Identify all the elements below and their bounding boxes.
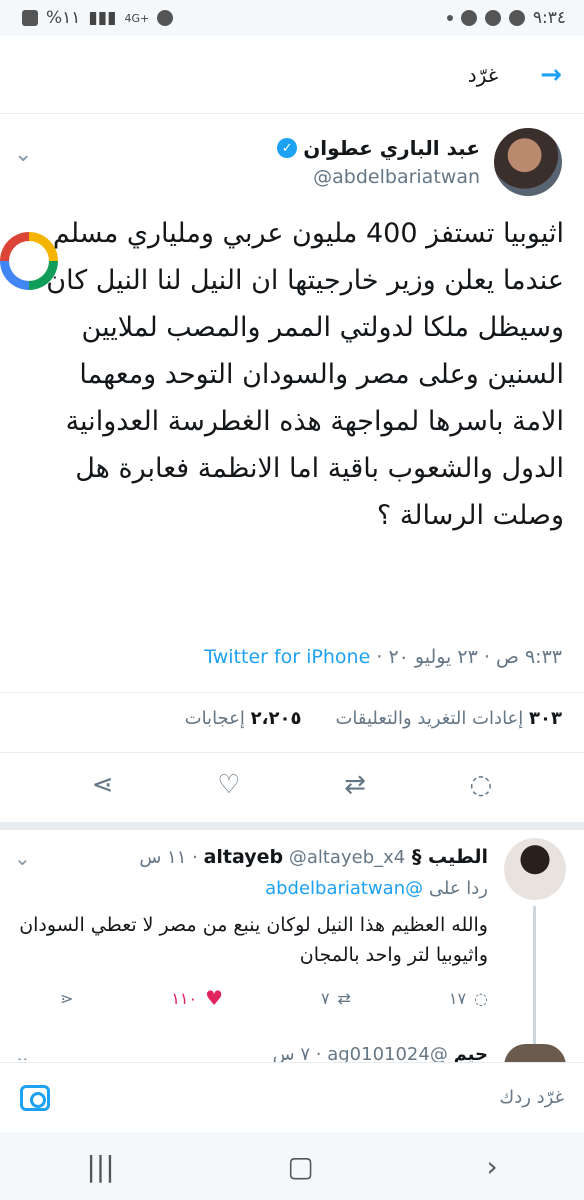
retweets-count: ٣٠٣	[529, 708, 562, 729]
compose-bar: غرّد ردك	[0, 1062, 584, 1132]
recent-apps-icon[interactable]: |||	[86, 1150, 114, 1183]
thread-line	[533, 906, 536, 1056]
arrow-right-icon[interactable]: →	[540, 60, 562, 90]
tweet-author[interactable]: ✓ عبد الباري عطوان @abdelbariatwan	[277, 128, 562, 196]
tweet-meta: ٩:٣٣ ص · ٢٣ يوليو ٢٠ · Twitter for iPhon…	[204, 646, 562, 668]
replying-to: ردا على @abdelbariatwan	[265, 878, 488, 899]
avatar[interactable]	[504, 838, 566, 900]
chevron-down-icon[interactable]: ⌄	[14, 846, 31, 870]
status-right: ٩:٣٤	[446, 8, 566, 28]
author-text: ✓ عبد الباري عطوان @abdelbariatwan	[277, 136, 480, 188]
reply-comment-button[interactable]: ◌ ١٧	[449, 986, 488, 1010]
network-type: 4G+	[124, 11, 150, 25]
retweet-icon: ⇄	[337, 988, 351, 1008]
chevron-down-icon[interactable]: ⌄	[14, 1044, 31, 1060]
notification-dot-icon	[446, 15, 453, 21]
meta-separator: ·	[315, 1044, 322, 1062]
clock: ٩:٣٤	[532, 8, 566, 28]
tweet-client[interactable]: Twitter for iPhone	[204, 646, 370, 668]
next-reply-name: حيم	[453, 1044, 488, 1062]
reply-likes-count: ١١٠	[171, 988, 198, 1008]
chevron-down-icon[interactable]: ⌄	[14, 142, 32, 167]
reply-actions: ◌ ١٧ ⇄ ٧ ♥ ١١٠ ⋖	[60, 986, 488, 1010]
reply-handle: @altayeb_x4	[288, 847, 406, 868]
status-bar: %١١ ▮▮▮ 4G+ ٩:٣٤	[0, 0, 584, 36]
avatar[interactable]	[494, 128, 562, 196]
meta-separator: ·	[192, 847, 198, 868]
divider	[0, 692, 584, 693]
reply-retweet-button[interactable]: ⇄ ٧	[321, 986, 351, 1010]
reply-like-button[interactable]: ♥ ١١٠	[171, 986, 223, 1010]
battery-percent: %١١	[46, 8, 81, 28]
reply-header: الطيب § altayeb @altayeb_x4 · ١١ س	[139, 846, 488, 868]
system-nav-bar: ||| ▢ ›	[0, 1132, 584, 1200]
reply-time: ١١ س	[139, 847, 187, 868]
next-reply-time: ٧ س	[272, 1044, 310, 1062]
author-name: عبد الباري عطوان	[303, 136, 480, 160]
heart-icon[interactable]: ♡	[217, 770, 240, 800]
home-icon[interactable]: ▢	[287, 1150, 313, 1183]
reply-comments-count: ١٧	[448, 988, 467, 1008]
tweet-date: ٢٣ يوليو ٢٠	[388, 646, 478, 668]
retweets-stat[interactable]: ٣٠٣ إعادات التغريد والتعليقات	[335, 708, 562, 729]
back-icon[interactable]: ›	[486, 1150, 497, 1183]
likes-label: إعجابات	[184, 708, 245, 729]
replying-to-mention[interactable]: @abdelbariatwan	[265, 878, 423, 899]
replying-to-label: ردا على	[428, 878, 488, 899]
status-left: %١١ ▮▮▮ 4G+	[22, 8, 174, 28]
likes-count: ٢،٢٠٥	[250, 708, 302, 729]
share-icon[interactable]: ⋖	[60, 986, 73, 1010]
tweet-time: ٩:٣٣ ص	[495, 646, 562, 668]
reply-retweets-count: ٧	[320, 988, 330, 1008]
share-icon[interactable]: ⋖	[92, 770, 114, 800]
signal-icon: ▮▮▮	[88, 8, 117, 28]
retweets-label: إعادات التغريد والتعليقات	[335, 708, 524, 729]
alarm-icon	[157, 10, 174, 26]
author-name-row: ✓ عبد الباري عطوان	[277, 136, 480, 160]
comment-icon[interactable]: ◌	[469, 770, 492, 800]
tweet-text: اثيوبيا تستفز 400 مليون عربي وملياري مسل…	[46, 218, 564, 531]
divider	[0, 752, 584, 753]
author-handle: @abdelbariatwan	[313, 166, 480, 188]
section-divider	[0, 822, 584, 830]
heart-filled-icon: ♥	[205, 986, 224, 1010]
likes-stat[interactable]: ٢،٢٠٥ إعجابات	[185, 708, 302, 729]
messenger-icon	[460, 10, 477, 26]
battery-icon	[22, 10, 38, 26]
top-header: غرّد →	[0, 36, 584, 114]
telegram-icon	[508, 10, 525, 26]
reply-text: والله العظيم هذا النيل لوكان ينبع من مصر…	[19, 914, 488, 966]
page-title: غرّد	[467, 62, 499, 87]
meta-separator: ·	[376, 646, 383, 668]
meta-separator: ·	[483, 646, 490, 668]
tweet-stats: ٣٠٣ إعادات التغريد والتعليقات ٢،٢٠٥ إعجا…	[185, 708, 562, 729]
messenger-icon-2	[484, 10, 501, 26]
tweet-actions: ⋖ ♡ ⇄ ◌	[0, 770, 584, 800]
retweet-icon[interactable]: ⇄	[344, 770, 366, 800]
next-reply-header: حيم @ag0101024 · ٧ س	[273, 1044, 488, 1062]
camera-icon[interactable]	[20, 1084, 50, 1111]
next-reply-handle: @ag0101024	[327, 1044, 448, 1062]
comment-icon: ◌	[474, 988, 488, 1008]
verified-badge-icon: ✓	[277, 138, 298, 158]
reply-input[interactable]: غرّد ردك	[499, 1087, 564, 1108]
